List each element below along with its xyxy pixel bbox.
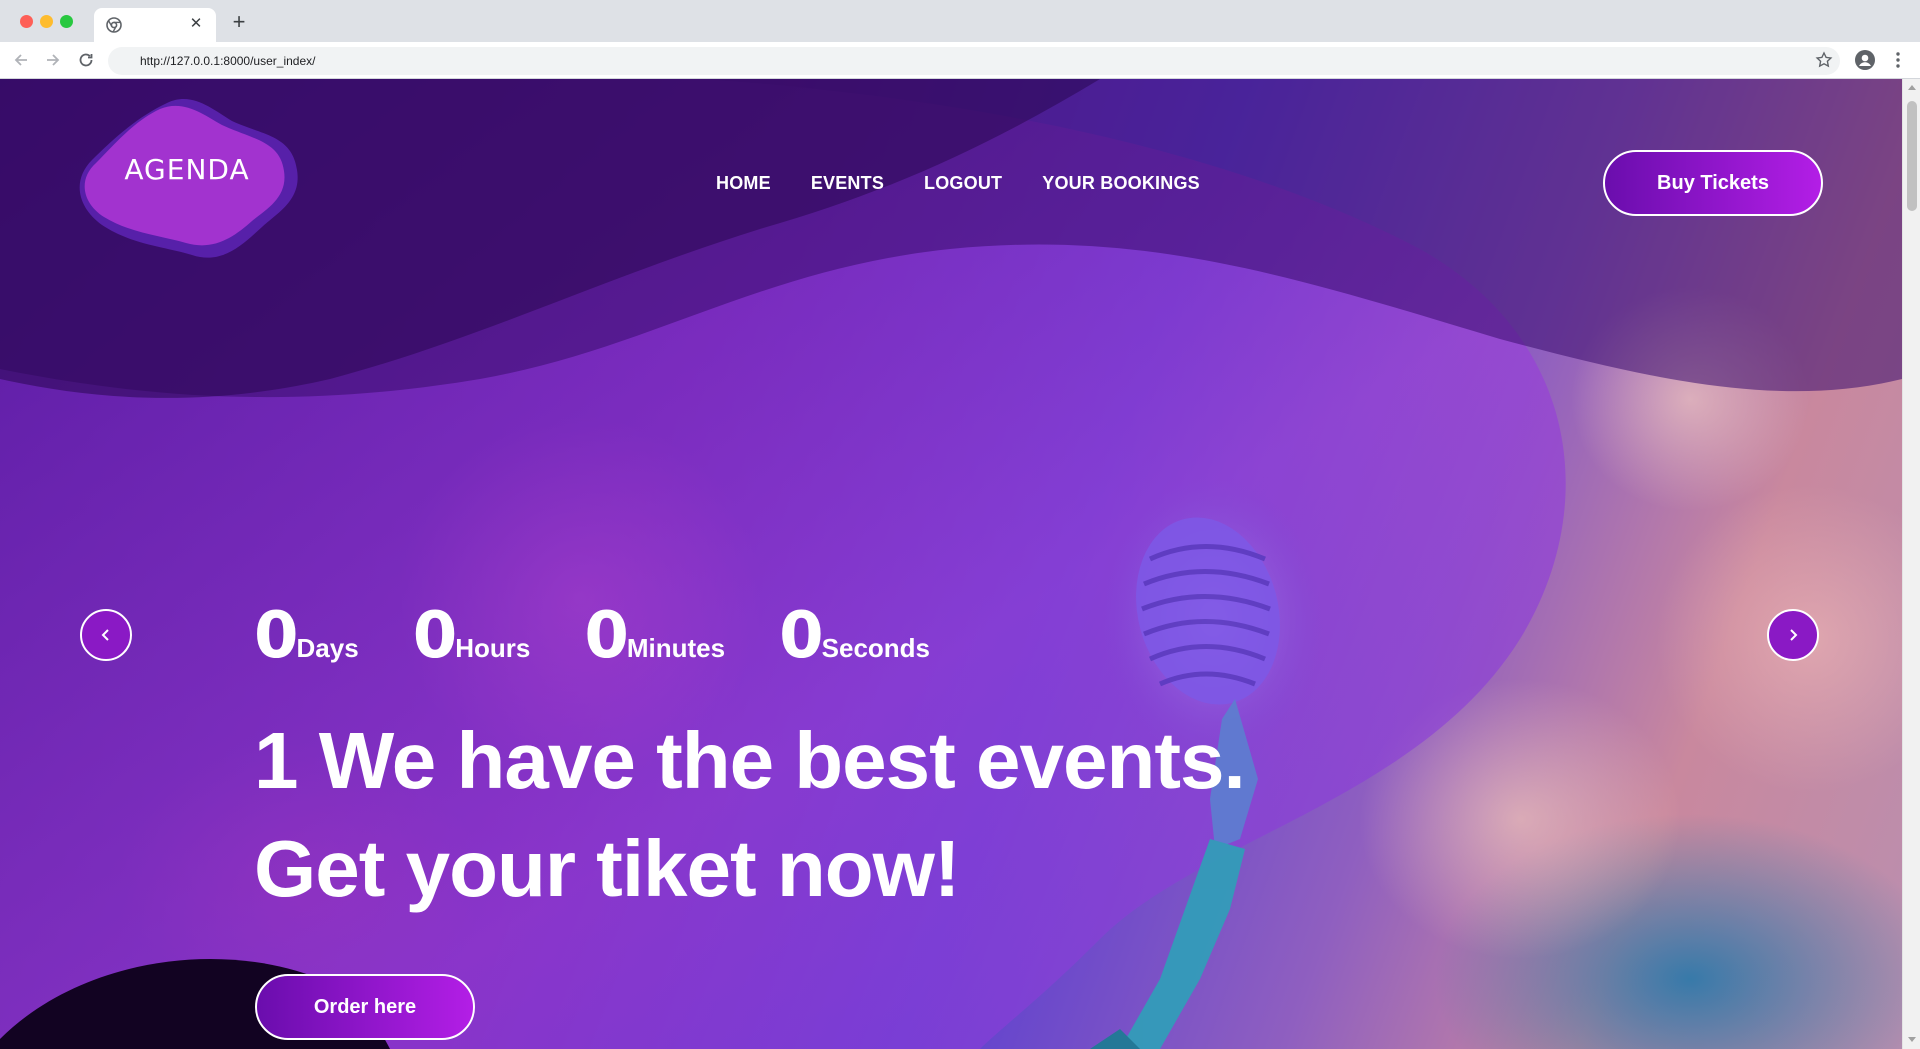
chrome-favicon-icon bbox=[106, 17, 122, 33]
browser-tabstrip: ✕ + bbox=[0, 0, 1920, 42]
kebab-menu-icon[interactable] bbox=[1891, 50, 1905, 70]
page-scrollbar[interactable] bbox=[1902, 79, 1920, 1049]
countdown-seconds: 0Seconds bbox=[779, 599, 930, 673]
countdown-days: 0Days bbox=[254, 599, 359, 673]
window-maximize-button[interactable] bbox=[60, 15, 73, 28]
browser-toolbar: http://127.0.0.1:8000/user_index/ bbox=[0, 42, 1920, 79]
carousel-prev-button[interactable] bbox=[80, 609, 132, 661]
countdown-minutes: 0Minutes bbox=[584, 599, 725, 673]
url-text[interactable]: http://127.0.0.1:8000/user_index/ bbox=[140, 54, 315, 68]
countdown-minutes-value: 0 bbox=[584, 599, 629, 673]
scroll-down-arrow-icon[interactable] bbox=[1908, 1037, 1916, 1042]
carousel-next-button[interactable] bbox=[1767, 609, 1819, 661]
browser-tab[interactable]: ✕ bbox=[94, 8, 216, 42]
main-navigation: HOME EVENTS LOGOUT YOUR BOOKINGS bbox=[716, 173, 1200, 194]
countdown-timer: 0Days 0Hours 0Minutes 0Seconds bbox=[254, 599, 930, 673]
buy-tickets-button[interactable]: Buy Tickets bbox=[1603, 150, 1823, 216]
bookmark-star-icon[interactable] bbox=[1815, 51, 1833, 69]
nav-home-link[interactable]: HOME bbox=[716, 173, 771, 194]
forward-arrow-icon[interactable] bbox=[43, 50, 63, 70]
profile-avatar-icon bbox=[1855, 50, 1875, 70]
nav-events-link[interactable]: EVENTS bbox=[811, 173, 884, 194]
reload-icon[interactable] bbox=[76, 50, 96, 70]
address-bar[interactable]: http://127.0.0.1:8000/user_index/ bbox=[108, 47, 1840, 75]
countdown-days-value: 0 bbox=[254, 599, 299, 673]
profile-icon[interactable] bbox=[1855, 50, 1875, 70]
back-arrow-icon[interactable] bbox=[11, 50, 31, 70]
hero-title: 1 We have the best events. Get your tike… bbox=[254, 707, 1354, 923]
scroll-up-arrow-icon[interactable] bbox=[1908, 85, 1916, 90]
countdown-days-label: Days bbox=[296, 633, 359, 663]
nav-your-bookings-link[interactable]: YOUR BOOKINGS bbox=[1042, 173, 1200, 194]
hero-title-line-1: 1 We have the best events. bbox=[254, 716, 1246, 805]
chevron-left-icon bbox=[101, 629, 109, 641]
countdown-seconds-label: Seconds bbox=[821, 633, 931, 663]
new-tab-button[interactable]: + bbox=[228, 11, 250, 33]
countdown-hours: 0Hours bbox=[413, 599, 531, 673]
order-here-button[interactable]: Order here bbox=[255, 974, 475, 1040]
scrollbar-thumb[interactable] bbox=[1907, 101, 1917, 211]
countdown-hours-label: Hours bbox=[455, 633, 531, 663]
tab-close-icon[interactable]: ✕ bbox=[186, 14, 206, 34]
countdown-hours-value: 0 bbox=[412, 599, 458, 673]
hero-title-line-2: Get your tiket now! bbox=[254, 824, 961, 913]
window-minimize-button[interactable] bbox=[40, 15, 53, 28]
chevron-right-icon bbox=[1790, 629, 1798, 641]
countdown-minutes-label: Minutes bbox=[626, 633, 726, 663]
countdown-seconds-value: 0 bbox=[779, 599, 824, 673]
page-viewport: AGENDA HOME EVENTS LOGOUT YOUR BOOKINGS … bbox=[0, 79, 1920, 1049]
window-close-button[interactable] bbox=[20, 15, 33, 28]
nav-logout-link[interactable]: LOGOUT bbox=[924, 173, 1002, 194]
logo-text: AGENDA bbox=[124, 153, 250, 186]
